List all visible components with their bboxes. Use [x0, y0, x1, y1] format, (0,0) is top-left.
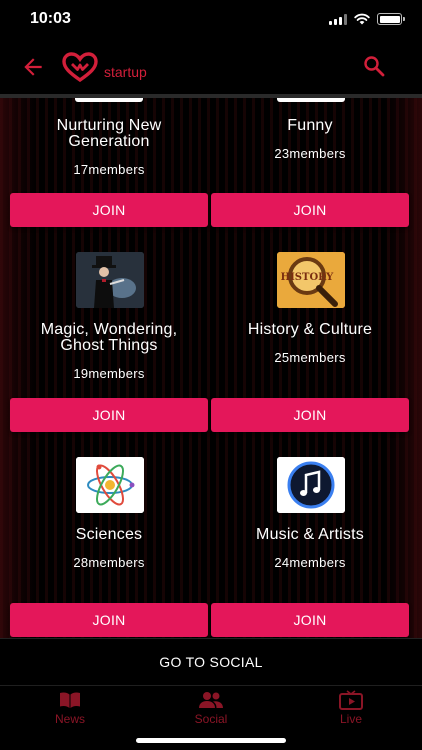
status-bar: 10:03 [0, 0, 422, 40]
home-indicator[interactable] [136, 738, 286, 743]
back-arrow-icon[interactable] [20, 54, 46, 80]
group-title: Funny [287, 117, 333, 134]
community-icon [75, 98, 143, 102]
wifi-icon [354, 13, 370, 25]
status-time: 10:03 [30, 10, 71, 27]
cellular-signal-icon [329, 13, 347, 25]
atom-icon [76, 457, 144, 513]
svg-text:HISTORY: HISTORY [281, 272, 335, 283]
battery-icon [377, 13, 405, 25]
nav-item-live[interactable]: Live [311, 690, 391, 726]
nav-label-live: Live [339, 712, 362, 726]
people-icon [199, 692, 223, 708]
nav-item-social[interactable]: Social [171, 690, 251, 726]
nav-label-social: Social [194, 712, 228, 726]
join-button[interactable]: JOIN [10, 193, 208, 227]
search-icon[interactable] [362, 54, 386, 78]
join-button[interactable]: JOIN [211, 603, 409, 637]
group-title: Music & Artists [256, 526, 364, 543]
status-icons [329, 13, 405, 25]
group-title: History & Culture [247, 321, 373, 338]
group-members: 24members [274, 555, 346, 570]
join-button[interactable]: JOIN [211, 398, 409, 432]
group-title: Sciences [75, 526, 143, 543]
group-members: 28members [73, 555, 145, 570]
nav-item-news[interactable]: News [30, 690, 110, 726]
music-note-icon [277, 457, 345, 513]
funny-icon [277, 98, 345, 102]
app-header: startup [0, 40, 422, 94]
history-icon: HISTORY [277, 252, 345, 308]
book-icon [60, 692, 80, 708]
group-title: Nurturing New Generation [56, 117, 162, 150]
group-members: 19members [73, 366, 145, 381]
group-members: 25members [274, 350, 346, 365]
join-button[interactable]: JOIN [211, 193, 409, 227]
join-button[interactable]: JOIN [10, 398, 208, 432]
brand-name: startup [104, 64, 147, 80]
tv-play-icon [339, 690, 363, 710]
nav-label-news: News [54, 712, 85, 726]
go-to-social-button[interactable]: GO TO SOCIAL [0, 638, 422, 684]
join-button[interactable]: JOIN [10, 603, 208, 637]
magician-icon [76, 252, 144, 308]
startup-logo-icon [62, 52, 98, 82]
group-members: 23members [274, 146, 346, 161]
group-list[interactable]: Nurturing New Generation 17members JOIN … [0, 98, 422, 638]
group-members: 17members [73, 162, 145, 177]
group-title: Magic, Wondering, Ghost Things [40, 321, 178, 354]
